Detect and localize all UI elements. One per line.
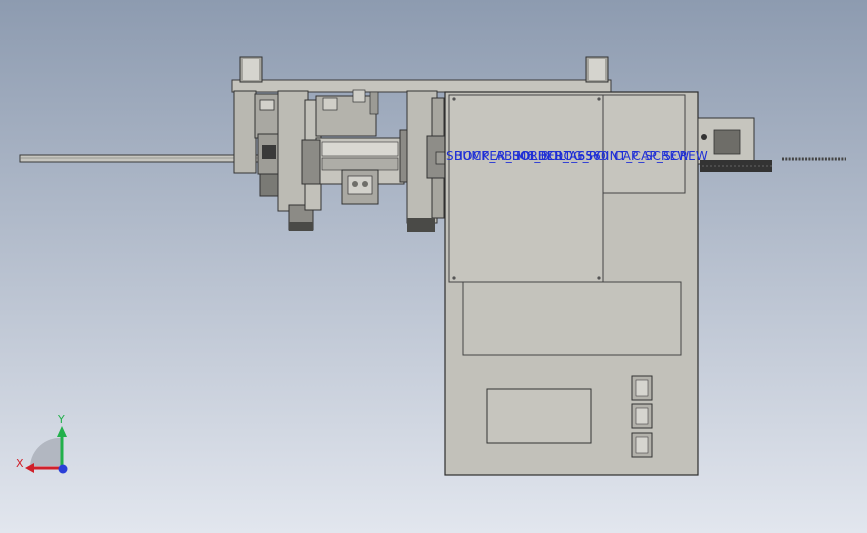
x-axis-label: X bbox=[16, 457, 24, 470]
rod-left[interactable] bbox=[19, 154, 261, 163]
control-buttons[interactable] bbox=[631, 375, 653, 458]
cad-viewport[interactable]: SHOCK_ABSORBER_ASSY BUMPER_HOLDER M6_BOL… bbox=[0, 0, 867, 533]
annotation-label: CAP_SCREW bbox=[614, 149, 690, 163]
y-axis-label: Y bbox=[58, 413, 65, 426]
